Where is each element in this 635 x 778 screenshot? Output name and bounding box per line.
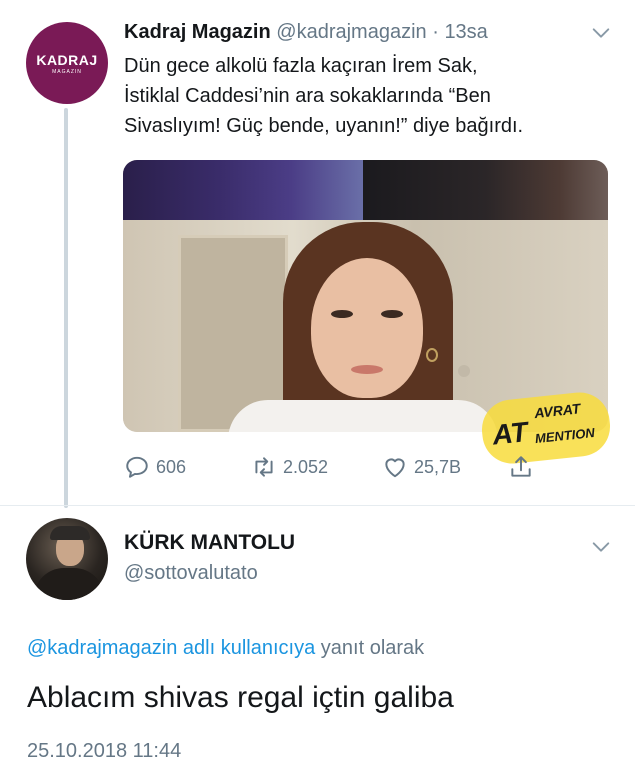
chevron-down-icon[interactable] <box>590 536 612 558</box>
tweet-header: Kadraj Magazin @kadrajmagazin · 13sa <box>124 20 488 44</box>
thread-line <box>64 108 68 508</box>
retweet-button[interactable]: 2.052 <box>251 450 328 484</box>
image-shirt <box>228 400 498 432</box>
image-earring <box>426 348 438 362</box>
display-name[interactable]: Kadraj Magazin <box>124 21 271 43</box>
tweet-actions: 606 2.052 25,7B <box>124 450 544 484</box>
watermark-text: AT <box>490 416 530 451</box>
retweet-icon <box>255 457 273 477</box>
image-top-left <box>123 160 363 220</box>
reply-count: 606 <box>156 456 187 477</box>
watermark-text: AVRAT <box>533 400 582 422</box>
avatar-figure <box>50 526 90 540</box>
timestamp[interactable]: 25.10.2018 11:44 <box>27 740 181 763</box>
image-top-right <box>363 160 608 220</box>
chevron-down-icon[interactable] <box>590 22 612 44</box>
image-eye <box>331 310 353 318</box>
display-name[interactable]: KÜRK MANTOLU <box>124 531 295 555</box>
tweet-media-image[interactable] <box>123 160 608 432</box>
reply-button[interactable]: 606 <box>124 450 186 484</box>
image-eye <box>381 310 403 318</box>
image-face <box>311 258 423 398</box>
avatar-figure <box>34 568 104 600</box>
original-tweet[interactable]: KADRAJ MAGAZIN Kadraj Magazin @kadrajmag… <box>0 0 635 508</box>
watermark-text: MENTION <box>534 424 596 447</box>
avatar-logo-text: KADRAJ <box>36 51 98 68</box>
avatar[interactable]: KADRAJ MAGAZIN <box>26 22 108 104</box>
reply-text: Ablacım shivas regal içtin galiba <box>27 681 454 714</box>
share-icon <box>511 456 531 477</box>
reply-icon <box>126 456 148 478</box>
like-count: 25,7B <box>414 456 462 477</box>
retweet-count: 2.052 <box>283 456 329 477</box>
like-button[interactable]: 25,7B <box>382 450 461 484</box>
time-ago[interactable]: 13sa <box>444 21 487 43</box>
avatar[interactable] <box>26 518 108 600</box>
tweet-text: Dün gece alkolü fazla kaçıran İrem Sak, … <box>124 55 524 137</box>
divider <box>0 505 635 506</box>
heart-icon <box>385 458 405 478</box>
mention-link[interactable]: @kadrajmagazin adlı kullanıcıya <box>27 637 315 659</box>
avatar-logo-subtext: MAGAZIN <box>52 68 82 75</box>
image-lips <box>351 365 383 374</box>
image-wall-switch <box>458 365 470 377</box>
separator: · <box>432 21 439 43</box>
reply-context-suffix: yanıt olarak <box>315 637 425 659</box>
share-button[interactable] <box>508 450 540 484</box>
handle[interactable]: @kadrajmagazin <box>276 21 426 43</box>
reply-context: @kadrajmagazin adlı kullanıcıya yanıt ol… <box>27 637 424 660</box>
handle[interactable]: @sottovalutato <box>124 562 258 585</box>
